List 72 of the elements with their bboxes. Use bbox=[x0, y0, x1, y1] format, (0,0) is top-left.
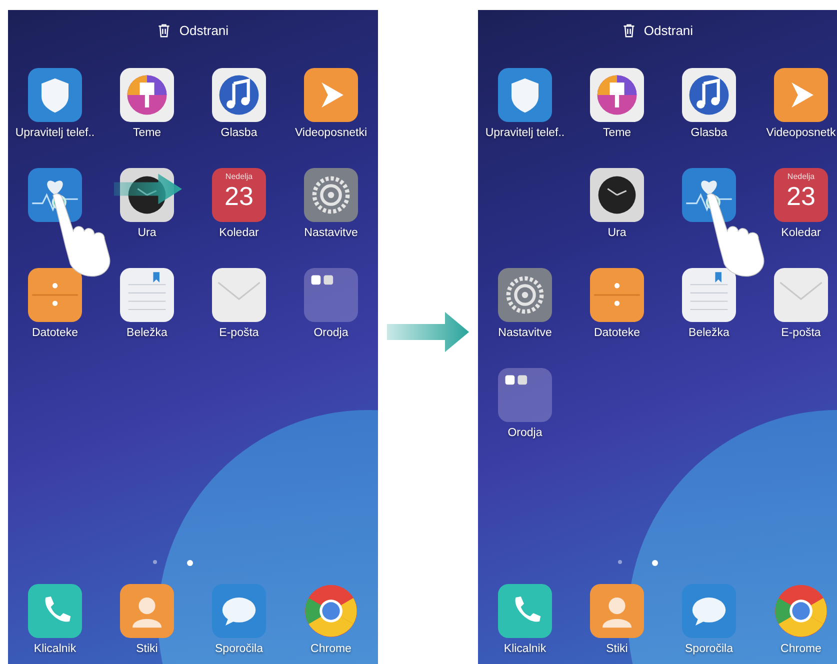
app-label: Glasba bbox=[220, 127, 258, 139]
app-label: Koledar bbox=[219, 227, 259, 239]
app-label: Teme bbox=[132, 127, 162, 139]
phone-icon[interactable] bbox=[498, 584, 552, 638]
heart-pulse-icon[interactable] bbox=[682, 168, 736, 222]
contact-icon[interactable] bbox=[590, 584, 644, 638]
file-box-icon[interactable] bbox=[590, 268, 644, 322]
app-label: Koledar bbox=[781, 227, 821, 239]
trash-icon[interactable] bbox=[157, 22, 172, 38]
browser-logo-icon[interactable] bbox=[304, 584, 358, 638]
app-label: Videoposnetki bbox=[294, 127, 368, 139]
app-label: Stiki bbox=[606, 643, 628, 655]
app-label: Ura bbox=[608, 227, 626, 239]
app-label: Videoposnetk bbox=[766, 127, 836, 139]
app-label: Klicalnik bbox=[504, 643, 546, 655]
trash-icon[interactable] bbox=[622, 22, 636, 38]
app-label: Chrome bbox=[310, 643, 352, 655]
app-label: E-pošta bbox=[219, 327, 259, 339]
page-dot[interactable] bbox=[153, 560, 157, 564]
app-label: Sporočila bbox=[215, 643, 263, 655]
chat-bubble-icon[interactable] bbox=[682, 584, 736, 638]
play-icon[interactable] bbox=[774, 68, 828, 122]
play-icon[interactable] bbox=[304, 68, 358, 122]
app-label: Orodja bbox=[314, 327, 348, 339]
app-label: Klicalnik bbox=[34, 643, 76, 655]
envelope-icon[interactable] bbox=[774, 268, 828, 322]
calendar-day: 23 bbox=[786, 181, 816, 211]
calendar-icon[interactable]: Nedelja 23 bbox=[212, 168, 266, 222]
app-label: Upravitelj telef.. bbox=[485, 127, 565, 139]
shield-icon[interactable] bbox=[28, 68, 82, 122]
chat-bubble-icon[interactable] bbox=[212, 584, 266, 638]
calendar-weekday: Nedelja bbox=[225, 172, 253, 181]
music-note-icon[interactable] bbox=[212, 68, 266, 122]
delete-label[interactable]: Odstrani bbox=[179, 22, 229, 38]
folder-icon[interactable] bbox=[304, 268, 358, 322]
music-note-icon[interactable] bbox=[682, 68, 736, 122]
calendar-day: 23 bbox=[224, 181, 254, 211]
browser-logo-icon[interactable] bbox=[774, 584, 828, 638]
app-label: Datoteke bbox=[594, 327, 640, 339]
page-dot[interactable] bbox=[618, 560, 622, 564]
contact-icon[interactable] bbox=[120, 584, 174, 638]
paintbrush-icon[interactable] bbox=[120, 68, 174, 122]
app-label: E-pošta bbox=[781, 327, 821, 339]
delete-label[interactable]: Odstrani bbox=[644, 22, 694, 38]
envelope-icon[interactable] bbox=[212, 268, 266, 322]
shield-icon[interactable] bbox=[498, 68, 552, 122]
app-label: Datoteke bbox=[32, 327, 78, 339]
app-label: Orodja bbox=[508, 427, 542, 439]
folder-icon[interactable] bbox=[498, 368, 552, 422]
app-label: Teme bbox=[602, 127, 632, 139]
app-label: Upravitelj telef.. bbox=[15, 127, 95, 139]
paintbrush-icon[interactable] bbox=[590, 68, 644, 122]
app-label: Sporočila bbox=[685, 643, 733, 655]
app-label: Stiki bbox=[136, 643, 158, 655]
app-label: Beležka bbox=[688, 327, 730, 339]
arrow-icon bbox=[387, 312, 469, 352]
notebook-icon[interactable] bbox=[120, 268, 174, 322]
app-label: Chrome bbox=[780, 643, 822, 655]
phone-icon[interactable] bbox=[28, 584, 82, 638]
file-box-icon[interactable] bbox=[28, 268, 82, 322]
clock-icon[interactable] bbox=[590, 168, 644, 222]
app-label: Ura bbox=[138, 227, 156, 239]
app-label: Glasba bbox=[690, 127, 728, 139]
settings-icon[interactable] bbox=[304, 168, 358, 222]
app-label: Nastavitve bbox=[304, 227, 358, 239]
calendar-icon[interactable]: Nedelja 23 bbox=[774, 168, 828, 222]
notebook-icon[interactable] bbox=[682, 268, 736, 322]
app-label: Nastavitve bbox=[498, 327, 552, 339]
calendar-weekday: Nedelja bbox=[787, 172, 815, 181]
heart-pulse-icon[interactable] bbox=[28, 168, 82, 222]
settings-icon[interactable] bbox=[498, 268, 552, 322]
app-label: Beležka bbox=[126, 327, 168, 339]
